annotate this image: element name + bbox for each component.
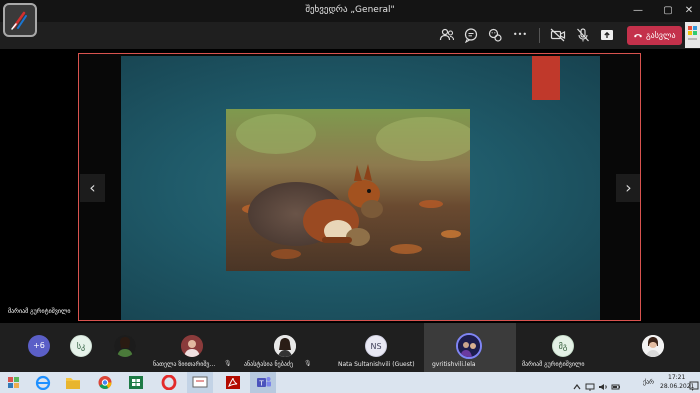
- title-bar: შეხვედრა „General" — ▢ ✕: [0, 0, 700, 22]
- reactions-icon[interactable]: [487, 27, 503, 43]
- participant-tile[interactable]: ნათელა ზიითარიშვ... 🎙: [148, 323, 242, 372]
- screen-share-frame: ‹ ›: [78, 53, 641, 321]
- window-title: შეხვედრა „General": [305, 5, 395, 15]
- toolbar-divider: [539, 28, 540, 43]
- chrome-icon[interactable]: [97, 375, 113, 390]
- participants-strip: +6 სკ ნათელა ზიითარიშვ... 🎙 ანასტასია ნე…: [0, 323, 700, 372]
- acrobat-reader-icon[interactable]: [225, 375, 241, 390]
- meeting-toolbar: ••• გასვლა: [0, 22, 700, 49]
- extension-panel-icon[interactable]: [685, 22, 700, 48]
- participant-avatar: [181, 335, 203, 357]
- participant-avatar: [274, 335, 296, 357]
- overflow-participants-badge[interactable]: +6: [28, 335, 50, 357]
- participant-name: gvritishvili.lela: [432, 361, 476, 368]
- participant-tile[interactable]: ანასტასია ნებაძე 🎙: [242, 323, 336, 372]
- meeting-stage: ‹ › მარიამ გურიტიშვილი: [0, 49, 700, 323]
- pen-tool-icon[interactable]: [3, 3, 37, 37]
- participant-name: ნათელა ზიითარიშვ...: [153, 361, 216, 368]
- participant-avatar: NS: [365, 335, 387, 357]
- share-tray-icon[interactable]: [599, 27, 615, 43]
- mic-off-icon[interactable]: [575, 27, 591, 43]
- participant-name: Nata Sultanishvili (Guest): [338, 361, 415, 368]
- whiteboard-app-icon[interactable]: [192, 375, 208, 390]
- svg-text:T: T: [258, 380, 264, 388]
- participant-tile[interactable]: NS Nata Sultanishvili (Guest): [336, 323, 420, 372]
- notifications-icon[interactable]: [689, 377, 699, 391]
- phone-hangup-icon: [634, 34, 642, 38]
- presenter-name: მარიამ გურიტიშვილი: [8, 308, 71, 315]
- volume-icon[interactable]: [598, 377, 608, 390]
- participant-avatar[interactable]: [114, 335, 136, 357]
- teams-icon[interactable]: T: [256, 375, 272, 390]
- camera-off-icon[interactable]: [550, 27, 566, 43]
- participant-avatar: მგ: [552, 335, 574, 357]
- mic-off-icon: 🎙: [304, 360, 312, 367]
- more-options-icon[interactable]: •••: [512, 27, 528, 43]
- opera-icon[interactable]: [161, 374, 177, 391]
- mic-off-icon: 🎙: [224, 360, 232, 367]
- leave-button[interactable]: გასვლა: [627, 26, 682, 45]
- leave-label: გასვლა: [646, 31, 676, 40]
- minimize-button[interactable]: —: [627, 2, 649, 20]
- participants-icon[interactable]: [439, 27, 455, 43]
- presentation-slide: [121, 56, 600, 320]
- participant-avatar[interactable]: [642, 335, 664, 357]
- tray-expand-icon[interactable]: [572, 377, 582, 390]
- clock-time[interactable]: 17:21: [668, 374, 685, 381]
- keyboard-language[interactable]: ქარ: [643, 379, 654, 386]
- internet-explorer-icon[interactable]: [35, 375, 51, 391]
- squirrel-photo: [226, 109, 470, 271]
- network-icon[interactable]: [585, 377, 595, 391]
- close-button[interactable]: ✕: [678, 2, 700, 20]
- battery-icon[interactable]: [611, 377, 621, 390]
- previous-slide-button[interactable]: ‹: [80, 174, 105, 202]
- excel-icon[interactable]: [128, 375, 144, 390]
- participant-avatar: [456, 333, 482, 359]
- slide-accent-bar: [532, 56, 560, 100]
- participant-tile[interactable]: gvritishvili.lela: [424, 323, 516, 372]
- participant-tile[interactable]: მგ მარიამ გურიტიშვილი: [516, 323, 610, 372]
- start-menu-icon[interactable]: [6, 375, 22, 390]
- participant-name: მარიამ გურიტიშვილი: [522, 361, 585, 368]
- chat-icon[interactable]: [463, 27, 479, 44]
- participant-name: ანასტასია ნებაძე: [244, 361, 294, 368]
- next-slide-button[interactable]: ›: [616, 174, 640, 202]
- participant-avatar[interactable]: სკ: [70, 335, 92, 357]
- file-explorer-icon[interactable]: [65, 375, 81, 390]
- windows-taskbar: T ქარ 17:21 28.06.2021: [0, 372, 700, 393]
- maximize-button[interactable]: ▢: [657, 2, 679, 20]
